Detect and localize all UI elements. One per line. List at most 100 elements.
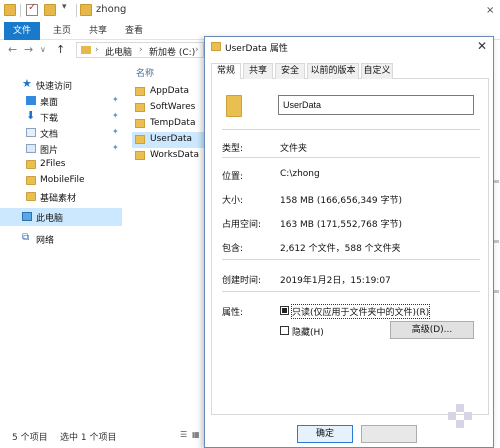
advanced-button[interactable]: 高级(D)...: [390, 321, 474, 339]
type-value: 文件夹: [280, 144, 308, 154]
tab-general[interactable]: 常规: [211, 63, 241, 80]
list-item[interactable]: SoftWares: [132, 100, 206, 116]
pin-icon[interactable]: ✦: [112, 95, 119, 104]
details-view-icon[interactable]: ☰: [180, 430, 187, 439]
general-panel: 类型: 文件夹 位置: C:\zhong 大小: 158 MB (166,656…: [211, 79, 489, 415]
list-item[interactable]: TempData: [132, 116, 206, 132]
nav-label: 此电脑: [36, 214, 64, 224]
nav-label: 文档: [40, 130, 59, 140]
download-icon: ⬇: [26, 109, 36, 122]
nav-item-this-pc[interactable]: 此电脑: [0, 208, 122, 226]
folder-icon: [26, 176, 36, 185]
dialog-tabs: 常规 共享 安全 以前的版本 自定义: [211, 63, 489, 80]
chevron-right-icon[interactable]: ›: [95, 45, 99, 55]
location-value: C:\zhong: [280, 169, 320, 179]
divider: [20, 4, 21, 17]
readonly-label[interactable]: 只读(仅应用于文件夹中的文件)(R): [290, 304, 431, 319]
cancel-button[interactable]: [361, 425, 417, 443]
chevron-right-icon[interactable]: ›: [195, 45, 199, 55]
file-name: AppData: [150, 86, 190, 96]
nav-label: 网络: [36, 236, 55, 246]
nav-label: 基础素材: [40, 194, 77, 204]
tab-view[interactable]: 查看: [120, 22, 148, 40]
file-name: UserData: [150, 134, 193, 144]
list-item-selected[interactable]: UserData: [132, 132, 206, 148]
tab-security[interactable]: 安全: [275, 63, 305, 79]
desktop-icon: [26, 96, 36, 105]
folder-icon: [4, 4, 16, 16]
folder-icon: [135, 135, 145, 144]
file-name: WorksData: [150, 150, 199, 160]
divider: [222, 259, 480, 260]
customize-quick-access-icon[interactable]: ▾: [62, 2, 74, 14]
divider: [222, 291, 480, 292]
list-item[interactable]: AppData: [132, 84, 206, 100]
hidden-label[interactable]: 隐藏(H): [292, 325, 324, 338]
up-arrow-icon[interactable]: ↑: [56, 43, 65, 56]
nav-label: MobileFile: [40, 175, 85, 185]
tab-customize[interactable]: 自定义: [361, 63, 393, 79]
navigation-pane: ★ 快速访问 桌面 ✦ ⬇ 下载 ✦ 文档 ✦ 图片 ✦ 2Files Mobi…: [0, 62, 122, 422]
picture-icon: [26, 144, 36, 153]
list-item[interactable]: WorksData: [132, 148, 206, 164]
back-arrow-icon[interactable]: ←: [8, 43, 17, 56]
tab-home[interactable]: 主页: [48, 22, 76, 40]
document-icon: [26, 128, 36, 137]
properties-quick-icon[interactable]: [26, 2, 38, 16]
pin-icon[interactable]: ✦: [112, 143, 119, 152]
watermark-block: [448, 412, 456, 420]
folder-icon: [135, 87, 145, 96]
folder-icon: [135, 151, 145, 160]
nav-label: 2Files: [40, 159, 66, 169]
forward-arrow-icon[interactable]: →: [24, 43, 33, 56]
hidden-checkbox[interactable]: [280, 326, 289, 335]
contains-value: 2,612 个文件，588 个文件夹: [280, 244, 401, 254]
star-icon: ★: [22, 77, 32, 90]
size-label: 大小:: [222, 196, 244, 206]
tab-share[interactable]: 共享: [84, 22, 112, 40]
folder-icon: [135, 103, 145, 112]
contains-label: 包含:: [222, 244, 244, 254]
watermark-block: [456, 420, 464, 428]
file-list: 名称 AppData SoftWares TempData UserData W…: [126, 62, 206, 422]
nav-label: 桌面: [40, 98, 59, 108]
folder-icon: [211, 42, 221, 51]
divider: [222, 157, 480, 158]
divider: [76, 4, 77, 17]
readonly-checkbox[interactable]: [280, 306, 289, 315]
tab-sharing[interactable]: 共享: [243, 63, 273, 79]
nav-item-network[interactable]: ⧉ 网络: [0, 230, 122, 248]
breadcrumb-drive[interactable]: 新加卷 (C:): [149, 45, 195, 58]
pin-icon[interactable]: ✦: [112, 111, 119, 120]
location-label: 位置:: [222, 172, 244, 182]
close-icon[interactable]: ✕: [477, 39, 487, 53]
chevron-right-icon[interactable]: ›: [139, 45, 143, 55]
nav-label: 下载: [40, 114, 59, 124]
divider: [222, 129, 480, 130]
pin-icon[interactable]: ✦: [112, 127, 119, 136]
ok-button[interactable]: 确定: [297, 425, 353, 443]
network-icon: ⧉: [22, 232, 30, 243]
watermark-block: [456, 404, 464, 412]
created-label: 创建时间:: [222, 276, 262, 286]
recent-locations-chevron-icon[interactable]: ∨: [40, 45, 46, 54]
properties-dialog: UserData 属性 ✕ 常规 共享 安全 以前的版本 自定义 类型: 文件夹…: [204, 36, 494, 448]
nav-label: 快速访问: [36, 82, 73, 92]
folder-icon: [80, 4, 92, 16]
nav-item-base-assets[interactable]: 基础素材: [0, 188, 122, 206]
close-icon[interactable]: ×: [486, 5, 494, 16]
large-icons-view-icon[interactable]: ▦: [192, 430, 200, 439]
dialog-titlebar: UserData 属性 ✕: [205, 37, 493, 57]
disk-size-label: 占用空间:: [222, 220, 262, 230]
tab-previous-versions[interactable]: 以前的版本: [307, 63, 359, 79]
created-value: 2019年1月2日，15:19:07: [280, 276, 391, 286]
breadcrumb-this-pc[interactable]: 此电脑: [105, 45, 132, 58]
folder-icon: [26, 160, 36, 169]
watermark: [448, 398, 478, 428]
column-header-name[interactable]: 名称: [136, 66, 154, 79]
tab-file[interactable]: 文件: [4, 22, 40, 40]
new-folder-quick-icon[interactable]: [44, 4, 56, 16]
address-bar[interactable]: › 此电脑 › 新加卷 (C:) ›: [76, 42, 204, 58]
watermark-block: [464, 412, 472, 420]
folder-name-input[interactable]: [278, 95, 474, 115]
